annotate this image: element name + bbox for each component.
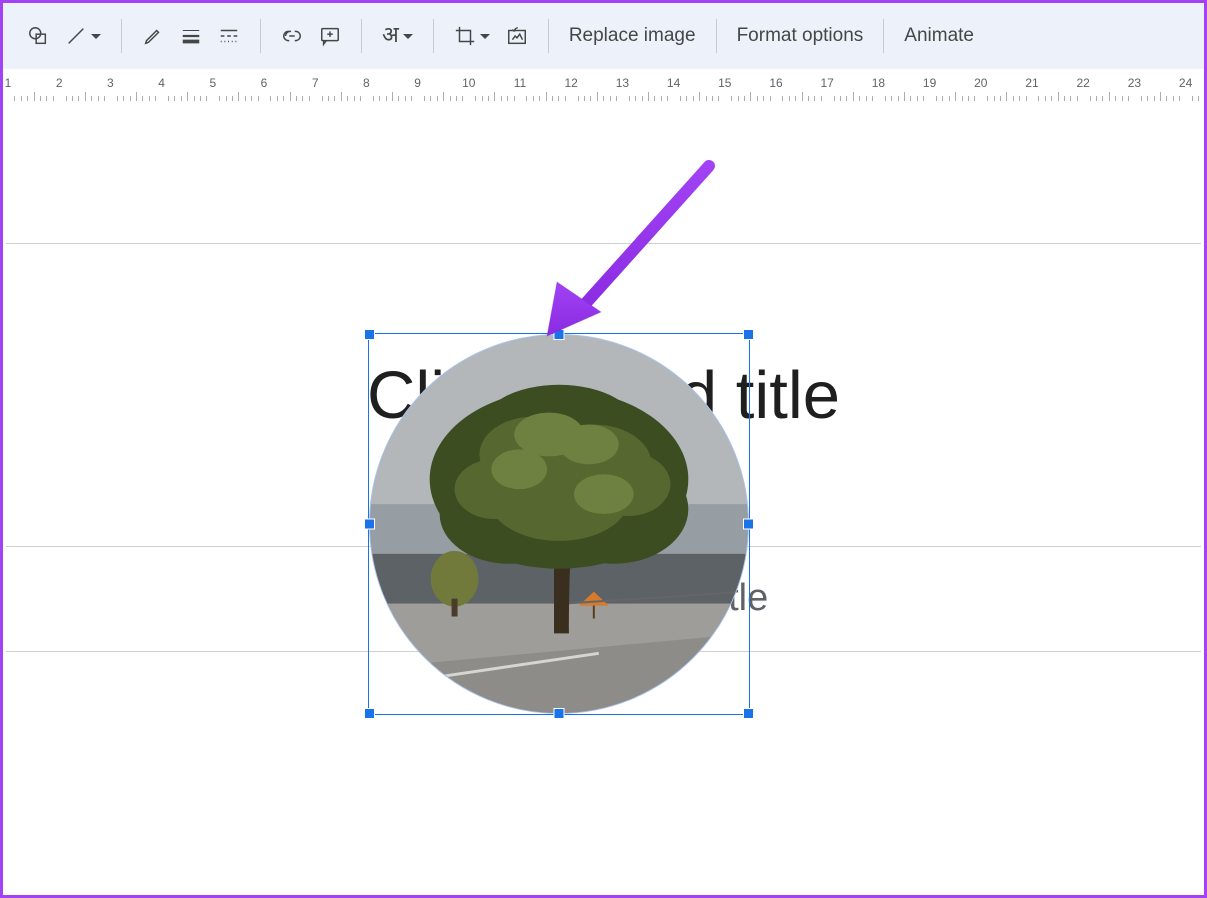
ruler-number: 23 xyxy=(1128,76,1141,90)
ruler-number: 19 xyxy=(923,76,936,90)
ruler-number: 6 xyxy=(261,76,268,90)
ruler-number: 8 xyxy=(363,76,370,90)
ruler-number: 10 xyxy=(462,76,475,90)
horizontal-ruler[interactable]: 123456789101112131415161718192021222324 xyxy=(3,69,1204,102)
devanagari-a-icon: अ xyxy=(382,22,399,51)
toolbar-separator xyxy=(433,19,434,53)
border-dash-icon xyxy=(218,25,240,47)
ruler-number: 15 xyxy=(718,76,731,90)
crop-icon xyxy=(454,25,476,47)
ruler-number: 3 xyxy=(107,76,114,90)
ruler-number: 4 xyxy=(158,76,165,90)
ruler-number: 5 xyxy=(209,76,216,90)
ruler-number: 16 xyxy=(769,76,782,90)
tree-photo-icon xyxy=(370,335,748,713)
ruler-number: 11 xyxy=(514,76,526,90)
ruler-number: 22 xyxy=(1077,76,1090,90)
ruler-number: 14 xyxy=(667,76,680,90)
chevron-down-icon xyxy=(480,34,490,39)
language-font-button[interactable]: अ xyxy=(374,18,421,54)
line-icon xyxy=(65,25,87,47)
link-icon xyxy=(281,25,303,47)
ruler-number: 18 xyxy=(872,76,885,90)
slide-canvas[interactable]: Cli ck to ad d title Click to add su bti… xyxy=(3,101,1204,895)
toolbar-separator xyxy=(121,19,122,53)
ruler-number: 17 xyxy=(821,76,834,90)
line-tool-button[interactable] xyxy=(57,18,109,54)
border-dash-button[interactable] xyxy=(210,18,248,54)
border-weight-button[interactable] xyxy=(172,18,210,54)
resize-handle-bottom-left[interactable] xyxy=(364,708,375,719)
resize-handle-bottom[interactable] xyxy=(554,708,565,719)
border-weight-icon xyxy=(180,25,202,47)
ruler-number: 1 xyxy=(5,76,12,90)
chevron-down-icon xyxy=(91,34,101,39)
resize-handle-top-right[interactable] xyxy=(743,329,754,340)
add-comment-button[interactable] xyxy=(311,18,349,54)
replace-image-button[interactable]: Replace image xyxy=(555,18,710,54)
ruler-number: 13 xyxy=(616,76,629,90)
crop-image-button[interactable] xyxy=(446,18,498,54)
reset-image-button[interactable] xyxy=(498,18,536,54)
formatting-toolbar: अ Replace image Format options Animate xyxy=(3,3,1204,70)
resize-handle-top-left[interactable] xyxy=(364,329,375,340)
toolbar-separator xyxy=(548,19,549,53)
ruler-number: 9 xyxy=(414,76,421,90)
cropped-circle-image[interactable] xyxy=(369,334,749,714)
format-options-button[interactable]: Format options xyxy=(723,18,878,54)
ruler-number: 24 xyxy=(1179,76,1192,90)
rotation-handle[interactable] xyxy=(553,294,565,306)
ruler-number: 7 xyxy=(312,76,319,90)
pencil-icon xyxy=(142,25,164,47)
animate-button[interactable]: Animate xyxy=(890,18,988,54)
chevron-down-icon xyxy=(403,34,413,39)
comment-icon xyxy=(319,25,341,47)
toolbar-separator xyxy=(716,19,717,53)
resize-handle-left[interactable] xyxy=(364,519,375,530)
slide[interactable]: Cli ck to ad d title Click to add su bti… xyxy=(6,133,1201,895)
shape-icon xyxy=(27,25,49,47)
reset-image-icon xyxy=(506,25,528,47)
resize-handle-bottom-right[interactable] xyxy=(743,708,754,719)
ruler-number: 12 xyxy=(565,76,578,90)
shape-tool-button[interactable] xyxy=(19,18,57,54)
border-color-button[interactable] xyxy=(134,18,172,54)
toolbar-separator xyxy=(260,19,261,53)
resize-handle-right[interactable] xyxy=(743,519,754,530)
ruler-number: 21 xyxy=(1025,76,1038,90)
selected-image-bounding-box[interactable] xyxy=(368,333,750,715)
resize-handle-top[interactable] xyxy=(554,329,565,340)
toolbar-separator xyxy=(883,19,884,53)
ruler-number: 2 xyxy=(56,76,63,90)
ruler-number: 20 xyxy=(974,76,987,90)
insert-link-button[interactable] xyxy=(273,18,311,54)
toolbar-separator xyxy=(361,19,362,53)
